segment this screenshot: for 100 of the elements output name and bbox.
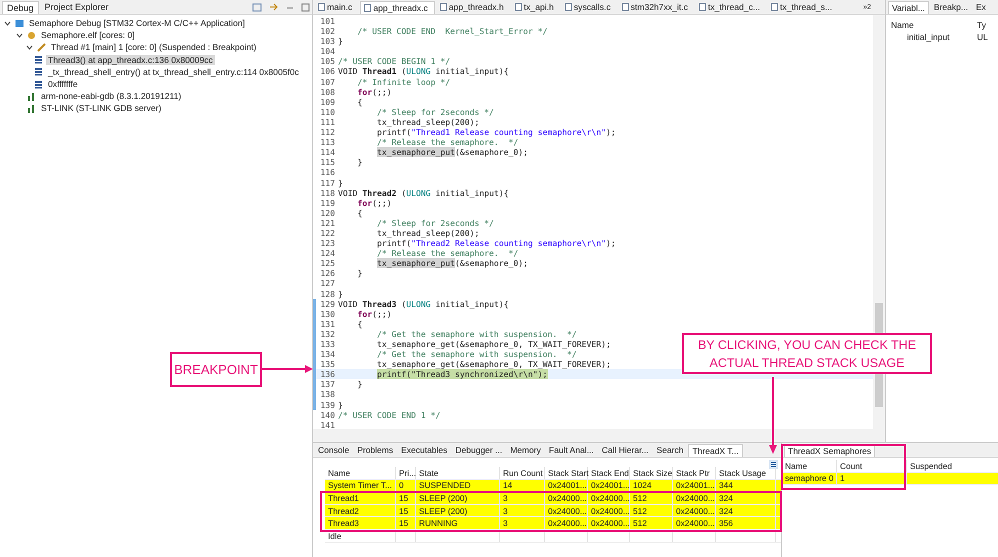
table-cell: 324 [719,492,733,503]
table-cell: semaphore 0 [785,473,834,484]
file-tab[interactable]: app_threadx.h [436,1,510,13]
code-line: /* USER CODE END 1 */ [338,410,440,420]
column-header: Ty [977,20,986,30]
tree-item[interactable]: _tx_thread_shell_entry() at tx_thread_shell_entry.c:114 0x8005f0c [46,66,301,77]
view-tab[interactable]: Ex [972,1,989,13]
line-number: 125 [319,258,336,268]
line-number: 123 [319,238,336,248]
column-header: Name [325,467,396,479]
view-tab[interactable]: Debugger ... [452,444,506,456]
column-header: Pri... [396,467,416,479]
view-tab[interactable]: Problems [354,444,396,456]
code-line: } [338,288,343,299]
line-number: 120 [319,208,336,218]
line-number: 111 [319,116,336,128]
view-tab[interactable]: Call Hierar... [598,444,652,456]
table-cell: 15 [399,492,408,503]
table-cell: 0x24000... [591,492,630,503]
line-number: 134 [319,349,336,360]
column-header: Name [782,460,837,472]
tree-item[interactable]: Thread3() at app_threadx.c:136 0x80009cc [46,54,215,65]
code-line: VOID Thread1 (ULONG initial_input){ [338,66,509,77]
tree-item[interactable]: Semaphore Debug [STM32 Cortex-M C/C++ Application] [27,18,247,28]
table-cell: 15 [399,506,408,516]
code-line: printf("Thread1 Release counting semaphore\r\n"); [376,127,616,138]
code-line: { [356,318,362,329]
line-number: 113 [319,137,336,148]
column-header: Stack Usage [716,467,776,479]
annotation-label: BY CLICKING, YOU CAN CHECK THE ACTUAL THREAD STACK USAGE [682,333,932,374]
code-line: } [338,178,343,188]
line-number: 139 [319,400,336,410]
line-number: 114 [319,147,336,158]
table-cell: Idle [328,530,342,541]
view-tab[interactable]: Variabl... [888,0,929,14]
table-cell: SLEEP (200) [419,506,468,516]
code-line: printf("Thread2 Release counting semaphore\r\n"); [376,238,616,248]
table-cell: 0x24000... [548,506,587,516]
line-number: 121 [319,218,336,228]
file-tab[interactable]: tx_thread_c... [696,1,766,13]
view-tab[interactable]: Executables [398,444,450,456]
view-tab[interactable]: Project Explorer [40,1,113,13]
file-tab[interactable]: syscalls.c [562,1,617,13]
tree-item[interactable]: arm-none-eabi-gdb (8.3.1.20191211) [39,91,184,102]
code-line: tx_semaphore_put(&semaphore_0); [376,147,528,158]
line-number: 105 [319,56,336,66]
code-line: /* Sleep for 2seconds */ [376,106,494,117]
line-number: 131 [319,318,336,329]
file-tab[interactable]: tx_api.h [512,1,560,13]
table-cell: 0x24000... [548,492,587,503]
tree-item[interactable]: 0xfffffffe [46,79,80,90]
code-line: tx_semaphore_put(&semaphore_0); [376,258,528,268]
table-cell: 1 [840,473,845,484]
code-line: /* Release the semaphore. */ [376,137,518,148]
line-number: 129 [319,298,336,309]
code-line: tx_thread_sleep(200); [376,228,480,238]
view-tab[interactable]: Memory [507,444,544,456]
table-cell: 3 [503,492,508,503]
code-line: } [356,379,362,390]
view-tab[interactable]: ThreadX T... [688,444,743,456]
code-line: } [338,400,343,410]
view-tab[interactable]: Search [654,444,686,456]
view-tab[interactable]: Breakp... [930,1,971,13]
code-line: { [356,96,362,107]
table-cell: 512 [633,518,647,528]
column-header: Run Count [500,467,545,479]
column-header: Suspended [907,460,998,472]
code-line: /* Release the semaphore. */ [376,248,518,258]
line-number: 126 [319,268,336,278]
table-cell: 0x24000... [548,518,587,528]
column-header: Name [890,20,915,30]
line-number: 104 [319,46,336,56]
table-cell: 1024 [633,480,652,490]
file-tab[interactable]: stm32h7xx_it.c [618,1,694,13]
view-tab[interactable]: Debug [2,0,39,14]
view-tab[interactable]: Fault Anal... [546,444,597,456]
line-number: 108 [319,86,336,97]
table-cell: 0x24001... [548,480,587,490]
line-number: 107 [319,76,336,87]
table-cell: Thread3 [328,518,359,528]
table-cell: 15 [399,518,408,528]
code-line: } [338,36,343,46]
code-line: VOID Thread3 (ULONG initial_input){ [338,298,509,309]
table-cell: 0x24001... [676,480,715,490]
table-cell: 0x24000... [676,518,715,528]
line-number: 119 [319,198,336,208]
table-cell: 344 [719,480,733,490]
tree-item[interactable]: Semaphore.elf [cores: 0] [39,30,137,40]
file-tab[interactable]: tx_thread_s... [768,1,838,13]
line-number: 138 [319,389,336,400]
file-tab[interactable]: app_threadx.c [360,0,435,14]
column-header: Count [837,460,907,472]
tree-item[interactable]: Thread #1 [main] 1 [core: 0] (Suspended : Breakpoint) [49,42,258,52]
line-number: 132 [319,328,336,339]
file-tab[interactable]: main.c [315,1,358,13]
line-number: 136 [319,369,336,380]
column-header: Stack Ptr [673,467,716,479]
code-line: /* USER CODE BEGIN 1 */ [338,56,450,66]
view-tab[interactable]: Console [315,444,352,456]
tree-item[interactable]: ST-LINK (ST-LINK GDB server) [39,103,164,114]
